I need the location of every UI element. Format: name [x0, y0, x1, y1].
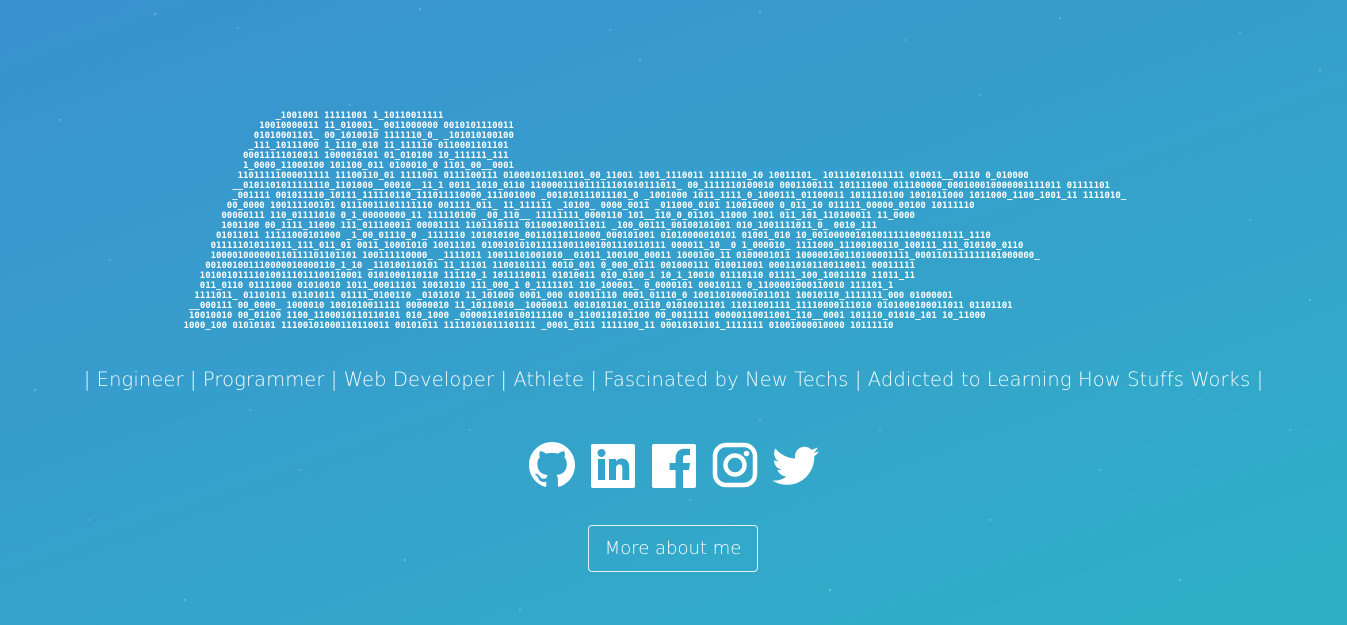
ascii-banner-row: 00000111 110_01111010 0_1_00000000_11 11…: [221, 211, 915, 221]
ascii-banner-row: 1111011_ 01101011 01101011 01111_0100110…: [194, 291, 953, 301]
instagram-icon: [712, 442, 757, 488]
ascii-banner-row: 01010001101_ 00_1010010 1111110_0_ _1010…: [254, 131, 514, 141]
ascii-banner-row: 01011011 11111000101000 _1_00_01110_0 _1…: [216, 231, 991, 241]
github-icon: [528, 442, 575, 487]
ascii-banner-row: 1001100 00_1111_11000 111_011100011 0000…: [221, 221, 877, 231]
ascii-banner-row: 1_0000_11000100 101100_011 0100010_0 110…: [243, 161, 514, 171]
linkedin-link[interactable]: [589, 440, 637, 490]
social-links: [0, 440, 1347, 490]
ascii-banner-row: 011_0110 01111000 01010010 1011_00011101…: [200, 281, 894, 291]
tagline: | Engineer | Programmer | Web Developer …: [0, 368, 1347, 391]
ascii-banner-row: 10010010 00_01100 1100_1100010110110101 …: [189, 311, 986, 321]
instagram-link[interactable]: [711, 440, 759, 490]
twitter-link[interactable]: [771, 440, 820, 490]
linkedin-icon: [590, 444, 635, 488]
ascii-banner-row: 00_0000 100111100101 01110011101111110 0…: [227, 201, 975, 211]
ascii-banner-row: 10010000011 11_010001_ 0011000000 001010…: [259, 121, 514, 131]
ascii-banner-row: 11011111000011111 11100110_01 1111001 01…: [238, 171, 1029, 181]
github-link[interactable]: [528, 440, 576, 490]
facebook-link[interactable]: [650, 440, 698, 490]
more-about-me-button[interactable]: More about me: [588, 525, 758, 572]
ascii-banner-row: 011111010111011_111_011_01 0011_10001010…: [211, 241, 1024, 251]
ascii-banner-row: __0101101011111110_1101000__00010__11_1 …: [232, 181, 1110, 191]
ascii-banner-row: 101001011110100111011100110001 010100011…: [200, 271, 915, 281]
ascii-banner-row: _001111 001011110_10111_111110110_111011…: [232, 191, 1127, 201]
ascii-banner-row: _1001001 11111001 1_10110011111: [275, 111, 443, 121]
twitter-icon: [771, 446, 819, 485]
ascii-name-banner: _1001001 11111001 1_10110011111 100100000…: [0, 80, 1347, 340]
ascii-banner-row: 00011111010011 1000010101 01_010100 10_1…: [243, 151, 509, 161]
ascii-banner-row: _111_10111000 1_1110_010 11_111110 01100…: [248, 141, 508, 151]
ascii-banner-row: __000111 00_0000_ 1000010 1001010011111 …: [189, 301, 1013, 311]
ascii-banner-row: 100001000000110111101101101 100111110000…: [211, 251, 1041, 261]
facebook-icon: [651, 444, 696, 488]
ascii-banner-row: 1000_100 01010101 11100101000110110011 0…: [184, 321, 894, 331]
ascii-banner-row: 001001001110000010000110_1_10 _110100110…: [205, 261, 915, 271]
tagline-text: | Engineer | Programmer | Web Developer …: [83, 368, 1264, 391]
